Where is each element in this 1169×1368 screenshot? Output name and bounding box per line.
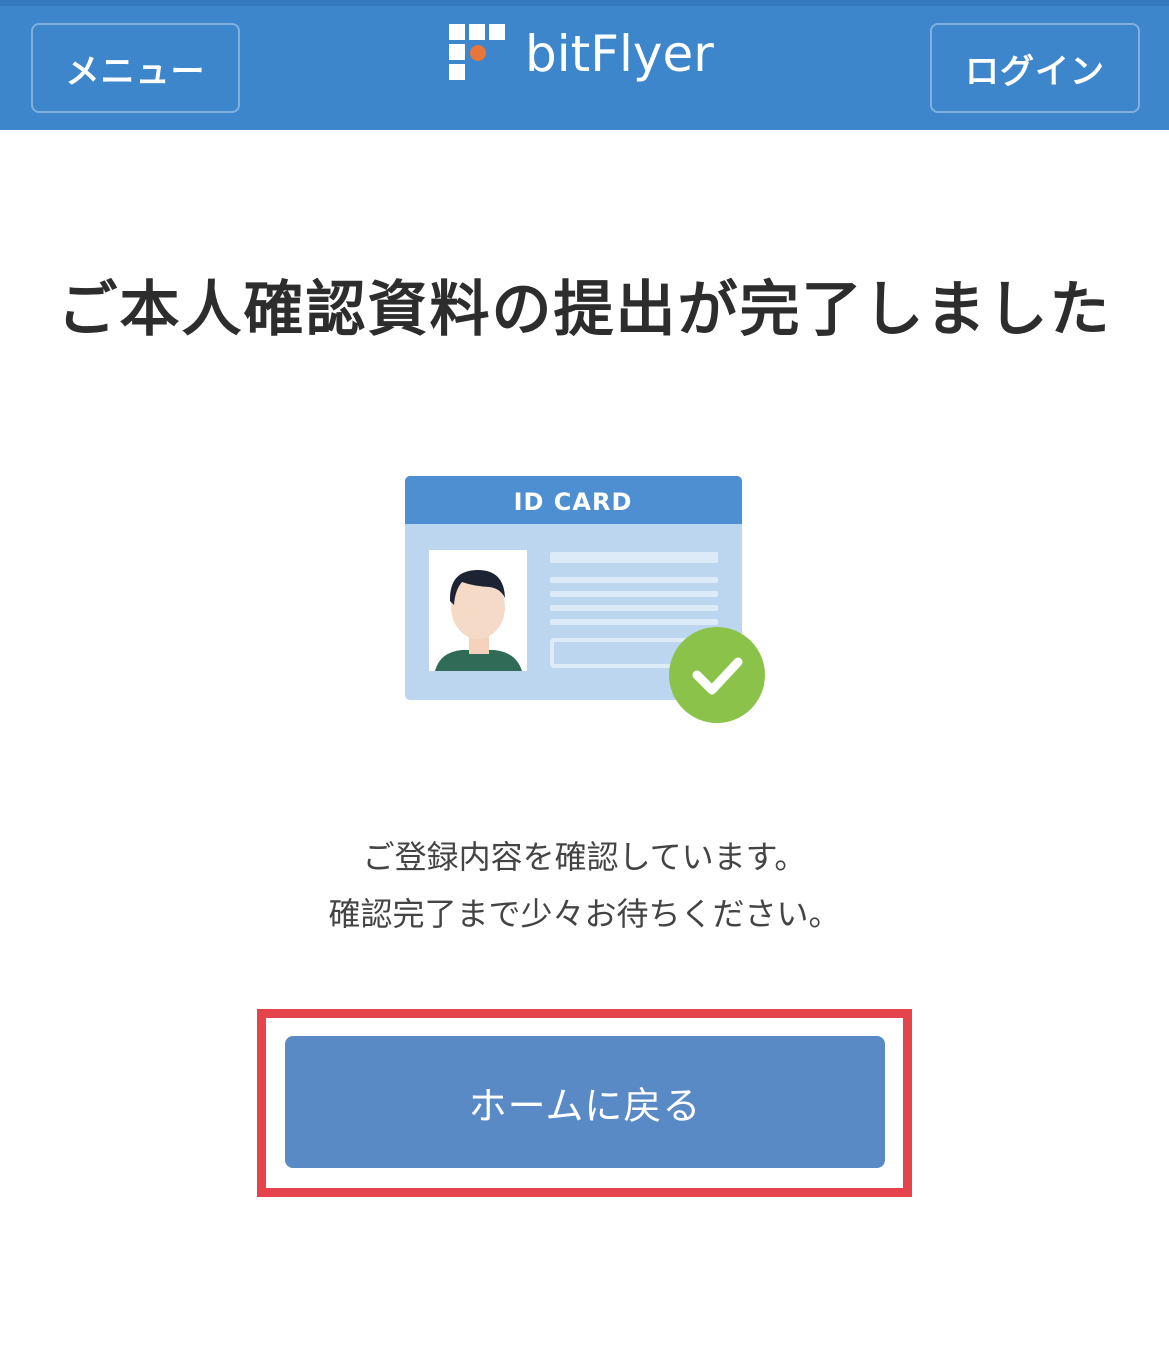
logo-text: bitFlyer: [525, 25, 714, 83]
page-title: ご本人確認資料の提出が完了しました: [57, 275, 1112, 345]
app-header: メニュー bitFlyer ログイン: [0, 0, 1169, 130]
menu-button[interactable]: メニュー: [31, 23, 240, 113]
id-card-label: ID CARD: [514, 488, 633, 516]
id-card-check-illustration: ID CARD: [405, 476, 765, 723]
bitflyer-logo[interactable]: bitFlyer: [447, 22, 714, 86]
bitflyer-logo-icon: [449, 24, 505, 80]
status-message-line2: 確認完了まで少々お待ちください。: [328, 895, 841, 933]
home-button[interactable]: ホームに戻る: [285, 1036, 885, 1168]
login-button[interactable]: ログイン: [930, 23, 1140, 113]
status-message-line1: ご登録内容を確認しています。: [362, 838, 807, 876]
check-circle-icon: [669, 627, 765, 723]
